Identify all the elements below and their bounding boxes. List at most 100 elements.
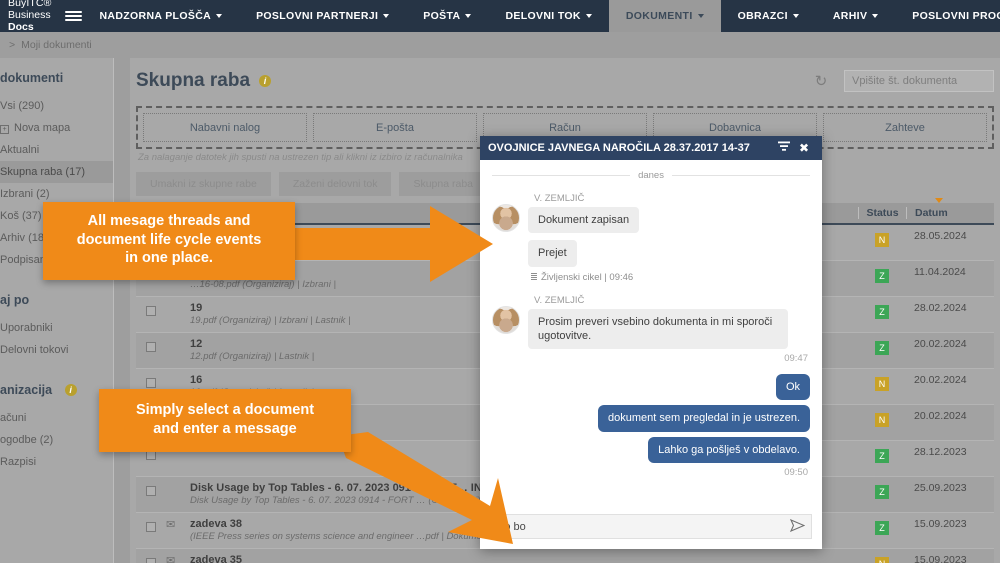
status-badge: Z — [875, 269, 889, 283]
sidebar-item-uporabniki[interactable]: Uporabniki — [0, 317, 113, 339]
callout-line-1: Simply select a document — [135, 402, 315, 418]
row-status: N — [858, 553, 906, 563]
callout-line-1: All mesage threads and — [87, 213, 251, 229]
chat-message-list[interactable]: danes V. ZEMLJIČ Dokument zapisan Prejet… — [480, 160, 822, 506]
nav-item-arhiv[interactable]: ARHIV — [816, 0, 895, 32]
row-name-cell[interactable]: zadeva 35 Memo.pdf | (IEEE Press series … — [190, 553, 708, 563]
chat-bubble-outgoing: Ok — [775, 374, 810, 401]
chat-message-input[interactable] — [497, 520, 784, 533]
sidebar-item-razpisi[interactable]: Razpisi — [0, 451, 113, 473]
row-status: N — [858, 229, 906, 248]
brand-logo[interactable]: BuyITC® Business Docs — [0, 0, 65, 33]
chat-input-wrapper[interactable] — [490, 514, 812, 539]
sidebar-item-racuni[interactable]: ačuni — [0, 407, 113, 429]
chat-message-group: V. ZEMLJIČ Dokument zapisan — [492, 191, 810, 238]
remove-from-share-button[interactable]: Umakni iz skupne rabe — [136, 172, 271, 196]
chat-composer — [480, 506, 822, 549]
chat-dialog: OVOJNICE JAVNEGA NAROČILA 28.37.2017 14-… — [480, 136, 822, 549]
sidebar-heading-organizacija: anizacija i — [0, 361, 113, 407]
row-checkbox[interactable] — [146, 558, 156, 563]
dropzone-eposta[interactable]: E-pošta — [313, 113, 477, 142]
sidebar-item-skupna-raba[interactable]: Skupna raba (17) — [0, 161, 113, 183]
chat-sender-name: V. ZEMLJIČ — [534, 294, 585, 306]
avatar — [492, 305, 520, 334]
row-checkbox[interactable] — [146, 306, 156, 316]
nav-item-dokumenti[interactable]: DOKUMENTI — [608, 0, 721, 32]
app-root: BuyITC® Business Docs NADZORNA PLOŠČA PO… — [0, 0, 1000, 563]
table-row[interactable]: ✉ zadeva 35 Memo.pdf | (IEEE Press serie… — [136, 549, 994, 563]
row-status: Z — [858, 301, 906, 320]
chat-day-label: danes — [638, 170, 664, 181]
info-icon[interactable]: i — [64, 384, 77, 396]
chat-bubble-incoming: Prosim preveri vsebino dokumenta in mi s… — [528, 308, 788, 350]
chat-bubble-incoming: Prejet — [528, 240, 577, 267]
callout-message-threads: All mesage threads and document life cyc… — [43, 202, 295, 280]
breadcrumb: > Moji dokumenti — [0, 32, 1000, 58]
start-workflow-button[interactable]: Zaženi delovni tok — [278, 172, 392, 196]
sidebar-item-nova-mapa[interactable]: + Nova mapa — [0, 117, 113, 139]
sidebar-item-pogodbe[interactable]: ogodbe (2) — [0, 429, 113, 451]
nav-item-poslovni-procesi[interactable]: POSLOVNI PROCESI — [895, 0, 1000, 32]
nav-item-poslovni-partnerji[interactable]: POSLOVNI PARTNERJI — [239, 0, 406, 32]
nav-item-obrazci[interactable]: OBRAZCI — [721, 0, 816, 32]
chevron-down-icon — [697, 14, 704, 18]
sidebar: dokumenti Vsi (290) + Nova mapa Aktualni … — [0, 58, 114, 563]
chat-message-group-outgoing: Ok — [492, 374, 810, 405]
dropzone-nabavni-nalog[interactable]: Nabavni nalog — [143, 113, 307, 142]
row-date: 28.12.2023 — [914, 446, 967, 458]
chat-timestamp: 09:50 — [784, 467, 808, 479]
chat-message-column: Prejet ≣ Življenski cikel | 09:46 — [528, 240, 810, 290]
envelope-icon: ✉ — [166, 519, 176, 531]
chat-sender-name: V. ZEMLJIČ — [534, 193, 585, 204]
search-input[interactable] — [844, 70, 994, 92]
chat-message-group-outgoing: Lahko ga pošlješ v obdelavo. — [492, 436, 810, 468]
row-checkbox[interactable] — [146, 342, 156, 352]
status-badge: Z — [875, 521, 889, 535]
sort-descending-icon — [935, 198, 943, 203]
filter-icon[interactable] — [774, 141, 794, 155]
dropzone-zahteve[interactable]: Zahteve — [823, 113, 987, 142]
chat-timestamp: 09:47 — [784, 353, 808, 365]
row-envelope-icon — [166, 373, 190, 374]
row-checkbox[interactable] — [146, 486, 156, 496]
column-date[interactable]: Datum — [906, 198, 994, 219]
row-checkbox[interactable] — [146, 522, 156, 532]
send-icon[interactable] — [784, 518, 806, 535]
row-checkbox-cell[interactable] — [136, 301, 166, 321]
chat-message-group: Prejet ≣ Življenski cikel | 09:46 — [492, 240, 810, 290]
row-status: Z — [858, 517, 906, 536]
status-badge: Z — [875, 485, 889, 499]
close-icon[interactable]: ✖ — [794, 141, 814, 155]
nav-item-delovni-tok[interactable]: DELOVNI TOK — [488, 0, 608, 32]
breadcrumb-current[interactable]: Moji dokumenti — [21, 39, 92, 51]
row-checkbox-cell[interactable] — [136, 337, 166, 357]
row-envelope-icon — [166, 301, 190, 302]
status-badge: Z — [875, 449, 889, 463]
chevron-down-icon — [216, 14, 223, 18]
chat-message-column: V. ZEMLJIČ Prosim preveri vsebino dokume… — [528, 293, 810, 373]
breadcrumb-chevron-icon: > — [9, 39, 16, 51]
column-status[interactable]: Status — [858, 207, 906, 219]
row-checkbox-cell[interactable] — [136, 553, 166, 563]
chat-bubble-outgoing: dokument sem pregledal in je ustrezen. — [598, 405, 810, 432]
envelope-icon: ✉ — [166, 555, 176, 563]
row-checkbox-cell[interactable] — [136, 517, 166, 537]
sidebar-heading: dokumenti — [0, 71, 64, 85]
sidebar-item-aktualni[interactable]: Aktualni — [0, 139, 113, 161]
nav-item-nadzorna-plosca[interactable]: NADZORNA PLOŠČA — [82, 0, 239, 32]
page-info-icon[interactable]: i — [259, 75, 272, 87]
row-date: 20.02.2024 — [914, 338, 967, 350]
sidebar-item-vsi[interactable]: Vsi (290) — [0, 95, 113, 117]
status-badge: N — [875, 413, 889, 427]
nav-item-posta[interactable]: POŠTA — [406, 0, 488, 32]
sidebar-item-delovni-tokovi[interactable]: Delovni tokovi — [0, 339, 113, 361]
row-date: 20.02.2024 — [914, 410, 967, 422]
row-date: 28.02.2024 — [914, 302, 967, 314]
hamburger-menu-icon[interactable] — [65, 0, 83, 32]
chat-dialog-header[interactable]: OVOJNICE JAVNEGA NAROČILA 28.37.2017 14-… — [480, 136, 822, 160]
row-checkbox[interactable] — [146, 378, 156, 388]
row-checkbox-cell[interactable] — [136, 481, 166, 501]
refresh-icon[interactable]: ↻ — [810, 70, 832, 92]
share-button[interactable]: Skupna raba — [399, 172, 487, 196]
top-navigation-bar: BuyITC® Business Docs NADZORNA PLOŠČA PO… — [0, 0, 1000, 33]
